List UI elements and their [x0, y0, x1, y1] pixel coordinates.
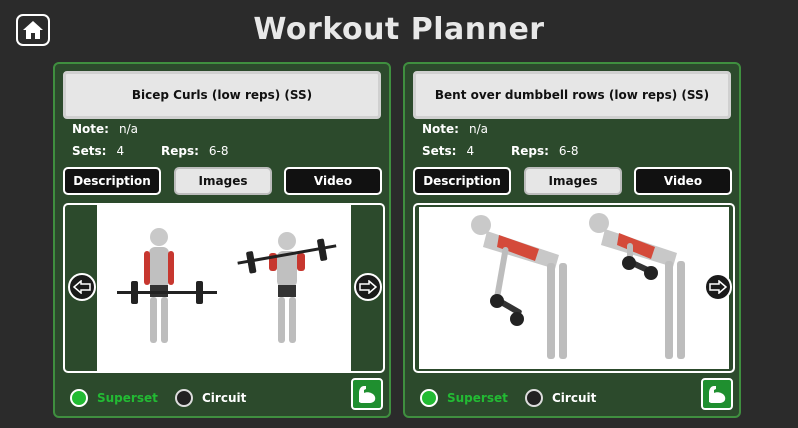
bicep-curl-illustration — [117, 228, 337, 343]
sets-row: Sets: 4 — [72, 144, 124, 158]
next-image-button[interactable] — [354, 273, 382, 301]
flexed-arm-icon — [709, 386, 726, 403]
circuit-label: Circuit — [202, 391, 247, 405]
sets-row: Sets: 4 — [422, 144, 474, 158]
tab-description[interactable]: Description — [63, 167, 161, 195]
exercise-image — [419, 207, 729, 369]
reps-row: Reps: 6-8 — [161, 144, 229, 158]
circuit-label: Circuit — [552, 391, 597, 405]
arrow-left-icon — [73, 280, 91, 294]
circuit-radio[interactable] — [525, 389, 543, 407]
reps-row: Reps: 6-8 — [511, 144, 579, 158]
sets-value: 4 — [116, 144, 125, 158]
note-label: Note: — [72, 122, 109, 136]
muscle-group-button[interactable] — [351, 378, 383, 410]
superset-option[interactable]: Superset — [420, 388, 508, 408]
note-row: Note: n/a — [72, 122, 138, 136]
next-image-button[interactable] — [704, 273, 732, 301]
reps-value: 6-8 — [208, 144, 229, 158]
superset-label: Superset — [97, 391, 158, 405]
note-label: Note: — [422, 122, 459, 136]
image-viewer — [413, 203, 735, 373]
exercise-image — [97, 205, 351, 371]
circuit-option[interactable]: Circuit — [525, 388, 596, 408]
tab-description[interactable]: Description — [413, 167, 511, 195]
muscle-group-button[interactable] — [701, 378, 733, 410]
exercise-name-button[interactable]: Bicep Curls (low reps) (SS) — [63, 71, 381, 119]
note-value: n/a — [468, 122, 488, 136]
dumbbell-row-illustration — [471, 213, 685, 359]
exercise-name-button[interactable]: Bent over dumbbell rows (low reps) (SS) — [413, 71, 731, 119]
sets-value: 4 — [466, 144, 475, 158]
arrow-right-icon — [359, 280, 377, 294]
superset-label: Superset — [447, 391, 508, 405]
note-value: n/a — [118, 122, 138, 136]
prev-image-button[interactable] — [68, 273, 96, 301]
arrow-right-icon — [709, 280, 727, 294]
circuit-option[interactable]: Circuit — [175, 388, 246, 408]
image-viewer — [63, 203, 385, 373]
reps-label: Reps: — [511, 144, 549, 158]
reps-label: Reps: — [161, 144, 199, 158]
tab-video[interactable]: Video — [634, 167, 732, 195]
superset-radio[interactable] — [420, 389, 438, 407]
sets-label: Sets: — [72, 144, 107, 158]
flexed-arm-icon — [359, 386, 376, 403]
superset-radio[interactable] — [70, 389, 88, 407]
tab-images[interactable]: Images — [174, 167, 272, 195]
exercise-card-bicep-curls: Bicep Curls (low reps) (SS) Note: n/a Set… — [53, 62, 391, 418]
superset-option[interactable]: Superset — [70, 388, 158, 408]
tab-images[interactable]: Images — [524, 167, 622, 195]
exercise-card-dumbbell-rows: Bent over dumbbell rows (low reps) (SS) … — [403, 62, 741, 418]
note-row: Note: n/a — [422, 122, 488, 136]
sets-label: Sets: — [422, 144, 457, 158]
reps-value: 6-8 — [558, 144, 579, 158]
tab-video[interactable]: Video — [284, 167, 382, 195]
page-title: Workout Planner — [253, 12, 545, 47]
circuit-radio[interactable] — [175, 389, 193, 407]
